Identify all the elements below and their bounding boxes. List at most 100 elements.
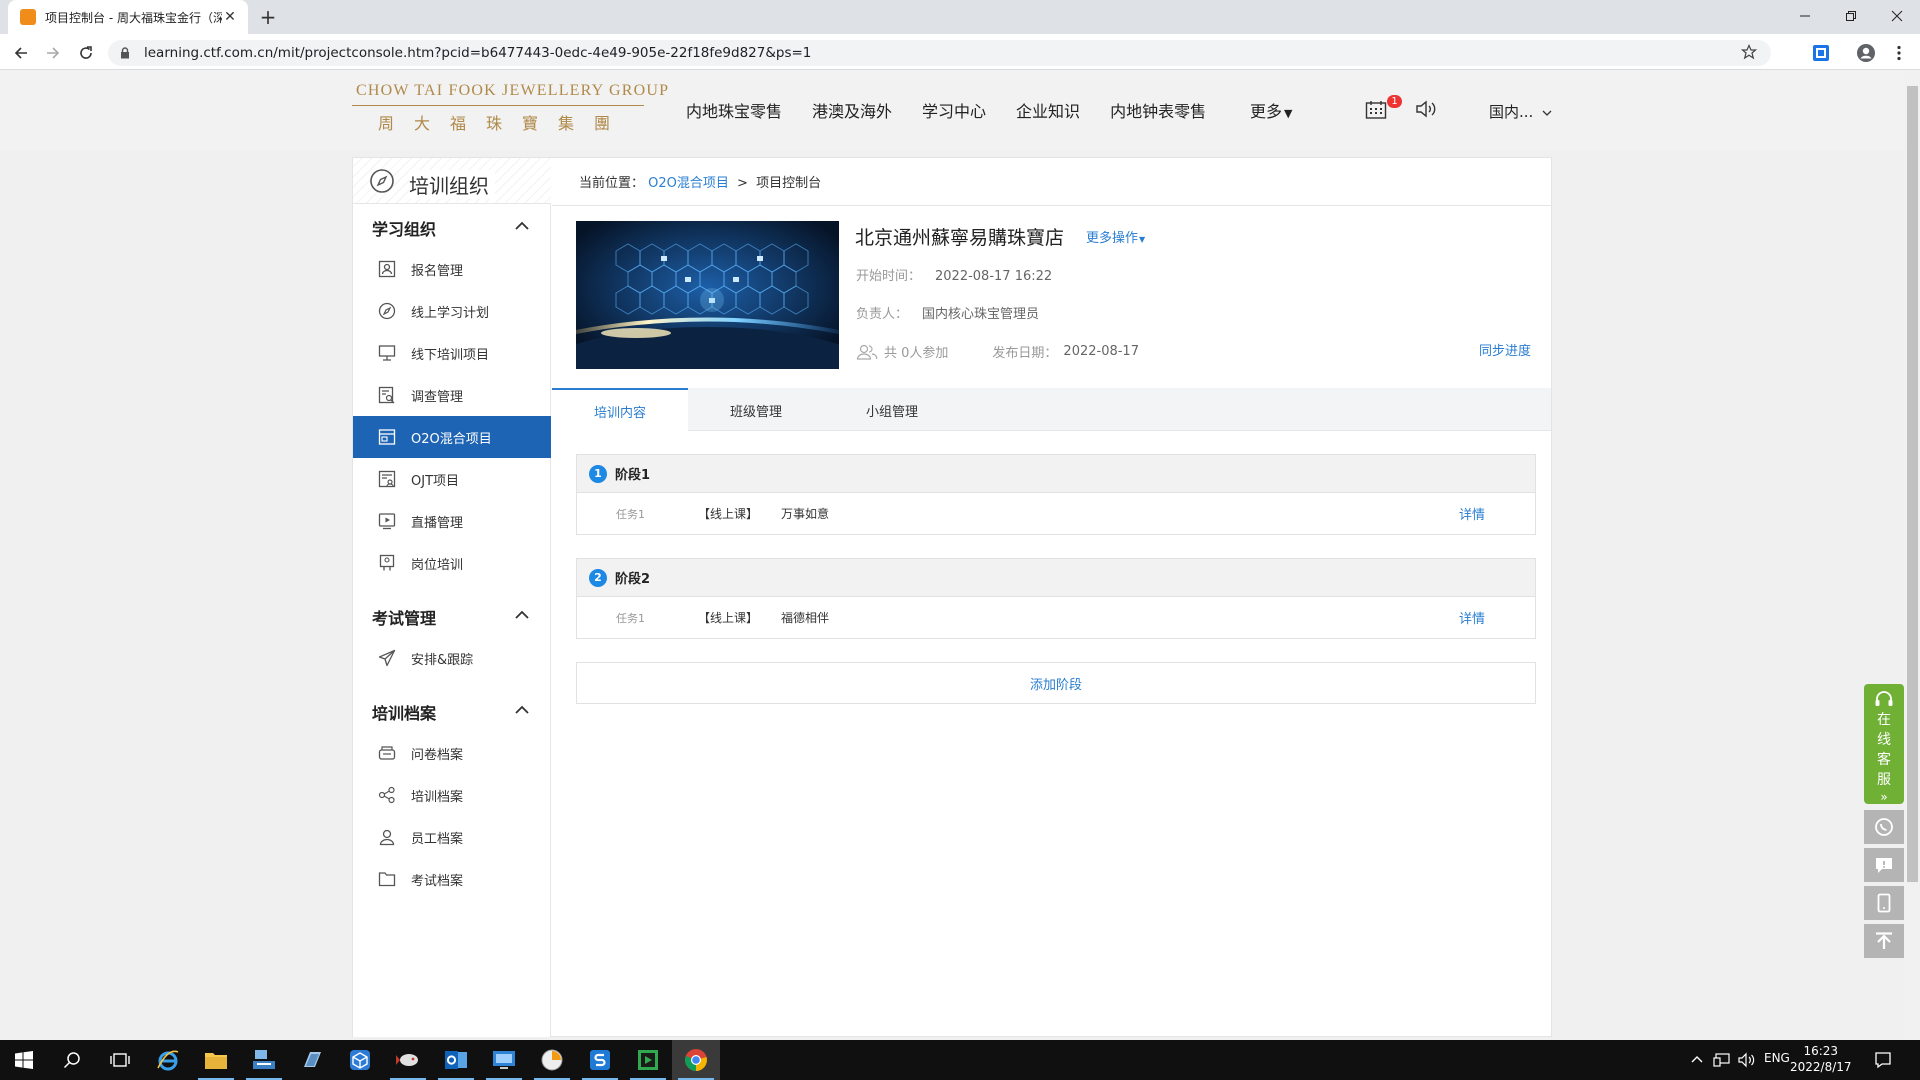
notification-badge: 1 — [1387, 95, 1402, 108]
nav-item-hk-macau-overseas[interactable]: 港澳及海外 — [812, 98, 892, 122]
breadcrumb: 当前位置： O2O混合项目 > 项目控制台 — [579, 172, 821, 191]
divider — [552, 205, 1551, 206]
taskbar-app-ie[interactable] — [144, 1040, 192, 1080]
browser-menu-button[interactable] — [1888, 42, 1910, 64]
taskbar-app-player[interactable] — [624, 1040, 672, 1080]
back-arrow-icon — [14, 47, 27, 59]
task-view-icon — [110, 1053, 130, 1067]
tab-training-content[interactable]: 培训内容 — [552, 388, 688, 432]
nav-more-dropdown[interactable]: 更多 ▼ — [1250, 98, 1292, 122]
reload-icon — [80, 46, 92, 59]
sidebar-item-arrange-track[interactable]: 安排&跟踪 — [353, 637, 551, 679]
chevron-up-icon[interactable] — [515, 705, 529, 714]
network-icon[interactable] — [1713, 1052, 1731, 1068]
monitor-app-icon — [493, 1051, 515, 1069]
sidebar-group-learning-org[interactable]: 学习组织 — [372, 216, 436, 240]
close-tab-icon[interactable]: ✕ — [222, 9, 238, 25]
task-details-link[interactable]: 详情 — [1459, 608, 1485, 627]
owner-label: 负责人： — [856, 307, 909, 322]
sidebar-item-post-training[interactable]: 岗位培训 — [353, 542, 551, 584]
breadcrumb-link-o2o[interactable]: O2O混合项目 — [648, 176, 729, 191]
chevron-up-icon[interactable] — [515, 610, 529, 619]
start-button[interactable] — [0, 1040, 48, 1080]
add-stage-button[interactable]: 添加阶段 — [576, 662, 1536, 704]
taskbar-app-fish[interactable] — [384, 1040, 432, 1080]
close-window-button[interactable] — [1874, 0, 1920, 32]
sidebar-item-survey[interactable]: 调查管理 — [353, 374, 551, 416]
input-language[interactable]: ENG — [1764, 1051, 1790, 1065]
taskbar-app-monitor[interactable] — [480, 1040, 528, 1080]
region-selector[interactable]: 国内... — [1489, 101, 1552, 122]
more-operations-dropdown[interactable]: 更多操作▼ — [1086, 227, 1145, 246]
tab-group-management[interactable]: 小组管理 — [824, 388, 960, 432]
questionnaire-icon — [377, 743, 397, 763]
address-bar[interactable]: learning.ctf.com.cn/mit/projectconsole.h… — [108, 40, 1771, 66]
network-manager-icon — [253, 1050, 275, 1069]
nav-item-corporate-knowledge[interactable]: 企业知识 — [1016, 98, 1080, 122]
search-button[interactable] — [48, 1040, 96, 1080]
restore-button[interactable] — [1828, 0, 1874, 32]
sidebar-item-online-plan[interactable]: 线上学习计划 — [353, 290, 551, 332]
taskbar-clock[interactable]: 16:23 2022/8/17 — [1790, 1043, 1852, 1075]
taskbar-app-file-explorer[interactable] — [192, 1040, 240, 1080]
stage-card: 2 阶段2 任务1 【线上课】 福德相伴 详情 — [576, 558, 1536, 639]
extension-button[interactable] — [1810, 42, 1832, 64]
online-service-button[interactable]: 在 线 客 服 » — [1864, 684, 1904, 804]
minimize-button[interactable] — [1782, 0, 1828, 32]
nav-item-mainland-watches[interactable]: 内地钟表零售 — [1110, 98, 1206, 122]
taskbar-app-chrome[interactable] — [672, 1040, 720, 1080]
show-hidden-icons-icon[interactable] — [1691, 1054, 1703, 1064]
sidebar-item-training-records[interactable]: 培训档案 — [353, 774, 551, 816]
profile-avatar-icon — [1857, 44, 1875, 62]
speaker-button[interactable] — [1415, 99, 1439, 119]
nav-item-learning-center[interactable]: 学习中心 — [922, 98, 986, 122]
participants-count: 共 0人参加 — [884, 346, 949, 361]
mobile-app-button[interactable] — [1864, 886, 1904, 920]
outlook-icon — [445, 1051, 467, 1069]
forward-button[interactable] — [42, 42, 64, 64]
chevron-down-icon — [1542, 110, 1552, 116]
caret-down-icon: ▼ — [1139, 235, 1146, 244]
send-icon — [377, 648, 397, 668]
sidebar-item-ojt[interactable]: OJT项目 — [353, 458, 551, 500]
sidebar-item-questionnaire-records[interactable]: 问卷档案 — [353, 732, 551, 774]
sidebar-item-employee-records[interactable]: 员工档案 — [353, 816, 551, 858]
sidebar-item-o2o-project[interactable]: O2O混合项目 — [353, 416, 551, 458]
taskbar-app-cube[interactable] — [336, 1040, 384, 1080]
url-text: learning.ctf.com.cn/mit/projectconsole.h… — [144, 45, 812, 61]
sidebar-group-training-records[interactable]: 培训档案 — [372, 700, 436, 724]
sync-progress-link[interactable]: 同步进度 — [1479, 340, 1531, 359]
task-details-link[interactable]: 详情 — [1459, 504, 1485, 523]
sidebar-item-exam-records[interactable]: 考试档案 — [353, 858, 551, 900]
browser-tab[interactable]: 项目控制台 - 周大福珠宝金行（深 ✕ — [8, 0, 248, 34]
logo-chinese[interactable]: 周大福珠寶集團 — [378, 110, 630, 134]
sidebar-item-offline-training[interactable]: 线下培训项目 — [353, 332, 551, 374]
calendar-button[interactable] — [1365, 100, 1387, 120]
sidebar-group-exam-management[interactable]: 考试管理 — [372, 605, 436, 629]
scrollbar-thumb[interactable] — [1907, 86, 1918, 882]
new-tab-button[interactable]: + — [256, 6, 280, 28]
whatsapp-button[interactable] — [1864, 810, 1904, 844]
taskbar-app-s[interactable] — [576, 1040, 624, 1080]
back-to-top-button[interactable] — [1864, 924, 1904, 958]
task-view-button[interactable] — [96, 1040, 144, 1080]
taskbar-app-tablet[interactable] — [288, 1040, 336, 1080]
back-button[interactable] — [10, 42, 32, 64]
tab-class-management[interactable]: 班级管理 — [688, 388, 824, 432]
breadcrumb-separator: > — [737, 176, 748, 191]
reload-button[interactable] — [75, 42, 97, 64]
feedback-button[interactable] — [1864, 848, 1904, 882]
nav-item-mainland-jewelry[interactable]: 内地珠宝零售 — [686, 98, 782, 122]
taskbar-app-network[interactable] — [240, 1040, 288, 1080]
notification-center-icon[interactable] — [1874, 1051, 1892, 1069]
taskbar-app-outlook[interactable] — [432, 1040, 480, 1080]
volume-icon[interactable] — [1737, 1052, 1755, 1068]
sidebar-item-live[interactable]: 直播管理 — [353, 500, 551, 542]
folder-icon — [205, 1053, 227, 1069]
logo-english[interactable]: CHOW TAI FOOK JEWELLERY GROUP — [356, 82, 669, 100]
taskbar-app-clock[interactable] — [528, 1040, 576, 1080]
ojt-icon — [377, 469, 397, 489]
chevron-up-icon[interactable] — [515, 221, 529, 230]
profile-button[interactable] — [1855, 42, 1877, 64]
sidebar-item-signup[interactable]: 报名管理 — [353, 248, 551, 290]
